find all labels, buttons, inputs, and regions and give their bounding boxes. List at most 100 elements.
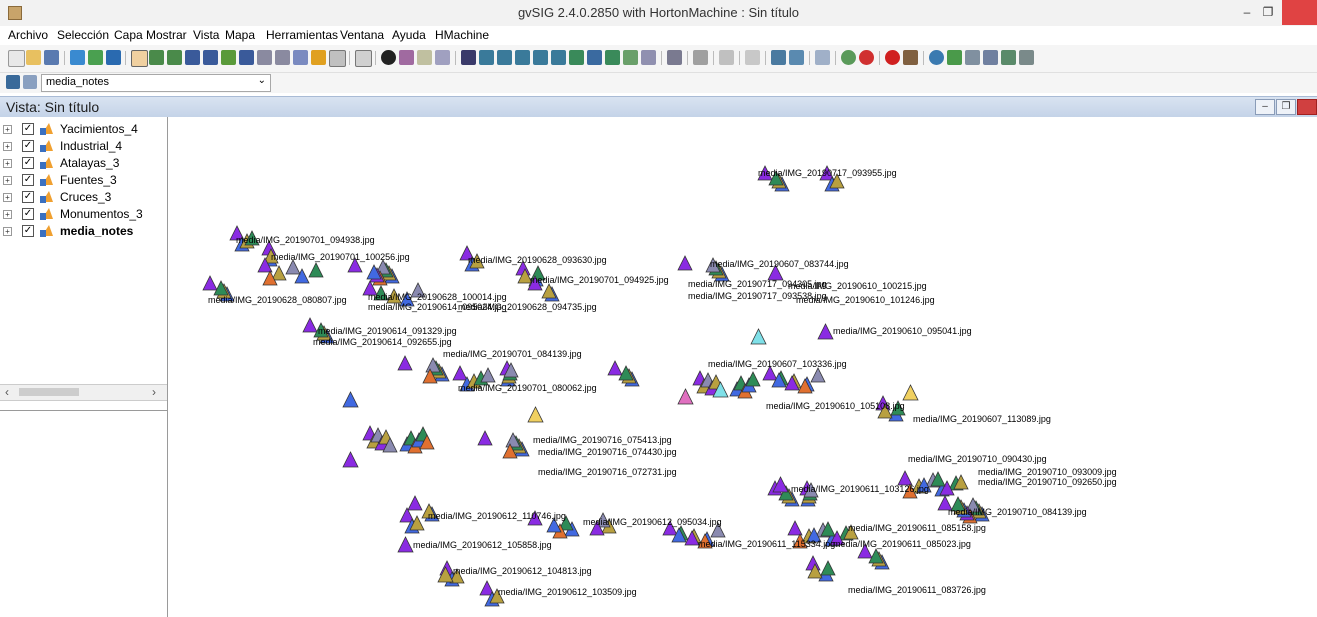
layer-visibility-checkbox[interactable]: ✓ bbox=[22, 157, 34, 169]
zoom-previous-icon[interactable] bbox=[257, 50, 272, 65]
view-close-button[interactable] bbox=[1297, 99, 1317, 115]
media-note-marker[interactable] bbox=[308, 262, 324, 278]
media-note-marker[interactable] bbox=[285, 259, 301, 275]
media-note-marker[interactable] bbox=[397, 536, 414, 553]
select-buffer-icon[interactable] bbox=[551, 50, 566, 65]
info-icon[interactable] bbox=[381, 50, 396, 65]
view-minimize-button[interactable]: – bbox=[1255, 99, 1275, 115]
media-note-marker[interactable] bbox=[397, 355, 413, 371]
media-note-marker[interactable] bbox=[897, 470, 913, 486]
new-icon[interactable] bbox=[8, 50, 25, 67]
menu-ventana[interactable]: Ventana bbox=[340, 28, 384, 42]
network-icon[interactable] bbox=[965, 50, 980, 65]
media-note-marker[interactable] bbox=[820, 560, 836, 576]
locator-icon[interactable] bbox=[311, 50, 326, 65]
menu-capa[interactable]: Capa bbox=[114, 28, 143, 42]
media-note-marker[interactable] bbox=[677, 388, 694, 405]
select-rect-icon[interactable] bbox=[479, 50, 494, 65]
media-note-marker[interactable] bbox=[817, 323, 834, 340]
frame-icon[interactable] bbox=[329, 50, 346, 67]
layer-visible-icon[interactable] bbox=[23, 75, 37, 89]
maximize-icon[interactable]: ❐ bbox=[1258, 2, 1278, 22]
save-icon[interactable] bbox=[44, 50, 59, 65]
snap-icon[interactable] bbox=[719, 50, 734, 65]
scroll-right-icon[interactable]: › bbox=[152, 385, 156, 399]
close-button[interactable] bbox=[1282, 0, 1317, 25]
filter-icon[interactable] bbox=[587, 50, 602, 65]
pan-icon[interactable] bbox=[131, 50, 148, 67]
document-icon[interactable] bbox=[815, 50, 830, 65]
media-note-marker[interactable] bbox=[810, 367, 826, 383]
invert-selection-icon[interactable] bbox=[605, 50, 620, 65]
menu-seleccion[interactable]: Selección bbox=[57, 28, 109, 42]
zoom-scale-icon[interactable] bbox=[293, 50, 308, 65]
layer-row-active[interactable]: + ✓ media_notes bbox=[0, 224, 167, 240]
globe-icon[interactable] bbox=[929, 50, 944, 65]
menu-mostrar[interactable]: Mostrar bbox=[146, 28, 187, 42]
stop-icon[interactable] bbox=[859, 50, 874, 65]
layer-row[interactable]: + ✓ Fuentes_3 bbox=[0, 173, 167, 189]
layer-row[interactable]: + ✓ Atalayas_3 bbox=[0, 156, 167, 172]
expand-icon[interactable]: + bbox=[3, 210, 12, 219]
scroll-left-icon[interactable]: ‹ bbox=[5, 385, 9, 399]
zoom-all-icon[interactable] bbox=[149, 50, 164, 65]
open-icon[interactable] bbox=[26, 50, 41, 65]
layer-visibility-checkbox[interactable]: ✓ bbox=[22, 123, 34, 135]
expand-icon[interactable]: + bbox=[3, 159, 12, 168]
select-circle-icon[interactable] bbox=[533, 50, 548, 65]
raster-icon[interactable] bbox=[947, 50, 962, 65]
script-icon[interactable] bbox=[1001, 50, 1016, 65]
media-note-marker[interactable] bbox=[902, 384, 919, 401]
preview-icon[interactable] bbox=[789, 50, 804, 65]
media-note-marker[interactable] bbox=[302, 317, 318, 333]
media-note-marker[interactable] bbox=[271, 265, 287, 281]
menu-ayuda[interactable]: Ayuda bbox=[392, 28, 426, 42]
settings-icon[interactable] bbox=[841, 50, 856, 65]
select-all-icon[interactable] bbox=[641, 50, 656, 65]
layer-row[interactable]: + ✓ Cruces_3 bbox=[0, 190, 167, 206]
layer-visibility-checkbox[interactable]: ✓ bbox=[22, 140, 34, 152]
menu-archivo[interactable]: Archivo bbox=[8, 28, 48, 42]
map-svg[interactable]: media/IMG_20190717_093955.jpg media/IMG_2… bbox=[168, 117, 1317, 617]
error-icon[interactable] bbox=[885, 50, 900, 65]
layer-row[interactable]: + ✓ Yacimientos_4 bbox=[0, 122, 167, 138]
select-icon[interactable] bbox=[461, 50, 476, 65]
zoom-layer-icon[interactable] bbox=[221, 50, 236, 65]
graphics-icon[interactable] bbox=[693, 50, 708, 65]
select-line-icon[interactable] bbox=[515, 50, 530, 65]
media-note-marker[interactable] bbox=[607, 360, 623, 376]
expand-icon[interactable]: + bbox=[3, 125, 12, 134]
measure-icon[interactable] bbox=[417, 50, 432, 65]
media-note-marker[interactable] bbox=[407, 495, 423, 511]
menu-mapa[interactable]: Mapa bbox=[225, 28, 255, 42]
clear-selection-icon[interactable] bbox=[623, 50, 638, 65]
zoom-out-icon[interactable] bbox=[203, 50, 218, 65]
export-icon[interactable] bbox=[106, 50, 121, 65]
toc-horizontal-scrollbar[interactable]: ‹ › bbox=[0, 384, 167, 401]
media-note-marker[interactable] bbox=[452, 365, 468, 381]
edit-icon[interactable] bbox=[667, 50, 682, 65]
chart-icon[interactable] bbox=[983, 50, 998, 65]
zoom-select-icon[interactable] bbox=[239, 50, 254, 65]
layer-row[interactable]: + ✓ Industrial_4 bbox=[0, 139, 167, 155]
media-note-marker[interactable] bbox=[202, 275, 218, 291]
expand-icon[interactable]: + bbox=[3, 227, 12, 236]
menu-vista[interactable]: Vista bbox=[193, 28, 219, 42]
menu-herramientas[interactable]: Herramientas bbox=[266, 28, 338, 42]
grid-icon[interactable] bbox=[745, 50, 760, 65]
layer-visibility-checkbox[interactable]: ✓ bbox=[22, 191, 34, 203]
expand-icon[interactable]: + bbox=[3, 176, 12, 185]
hyperlink-icon[interactable] bbox=[399, 50, 414, 65]
expand-icon[interactable]: + bbox=[3, 193, 12, 202]
media-note-marker[interactable] bbox=[750, 328, 767, 345]
import-icon[interactable] bbox=[88, 50, 103, 65]
layer-visibility-checkbox[interactable]: ✓ bbox=[22, 174, 34, 186]
zoom-extent-icon[interactable] bbox=[167, 50, 182, 65]
add-layer-icon[interactable] bbox=[70, 50, 85, 65]
media-note-marker[interactable] bbox=[342, 391, 359, 408]
active-layer-select[interactable]: media_notes ⌄ bbox=[41, 74, 271, 92]
media-note-marker[interactable] bbox=[342, 451, 359, 468]
area-icon[interactable] bbox=[435, 50, 450, 65]
media-note-marker[interactable] bbox=[787, 520, 803, 536]
layer-visibility-checkbox[interactable]: ✓ bbox=[22, 225, 34, 237]
